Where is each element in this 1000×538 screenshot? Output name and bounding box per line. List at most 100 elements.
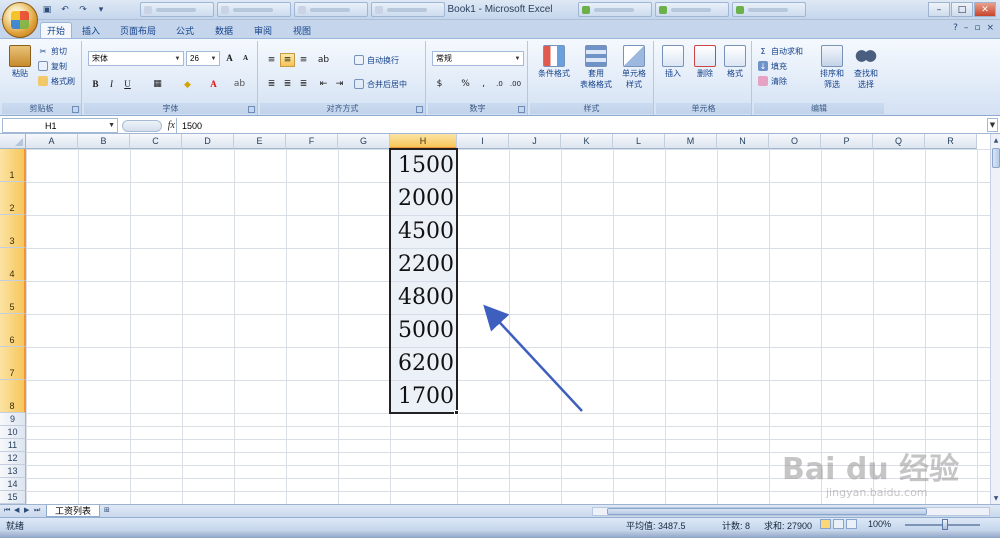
- ribbon-close-icon[interactable]: ×: [986, 23, 994, 33]
- horizontal-scrollbar[interactable]: [592, 507, 990, 516]
- align-right-button[interactable]: ≣: [296, 77, 311, 91]
- comma-button[interactable]: ,: [476, 77, 491, 91]
- maximize-button[interactable]: □: [951, 2, 973, 17]
- row-header-4[interactable]: 4: [0, 248, 26, 281]
- row-header-7[interactable]: 7: [0, 347, 26, 380]
- align-bottom-button[interactable]: ≡: [296, 53, 311, 67]
- dialog-launcher-icon[interactable]: [518, 106, 525, 113]
- paste-button[interactable]: 粘贴: [6, 45, 34, 79]
- bold-button[interactable]: B: [88, 77, 103, 91]
- shrink-font-button[interactable]: A: [238, 51, 253, 65]
- underline-button[interactable]: U: [120, 77, 135, 91]
- copy-button[interactable]: 复制: [38, 60, 67, 72]
- row-header-3[interactable]: 3: [0, 215, 26, 248]
- first-sheet-icon[interactable]: ⏮: [4, 506, 10, 515]
- column-header-f[interactable]: F: [286, 134, 338, 149]
- column-header-h[interactable]: H: [390, 134, 457, 149]
- autosum-button[interactable]: Σ 自动求和: [758, 45, 803, 57]
- column-header-p[interactable]: P: [821, 134, 873, 149]
- select-all-button[interactable]: [0, 134, 26, 149]
- ribbon-restore-icon[interactable]: ▫: [974, 23, 980, 33]
- dropdown-arrow-icon[interactable]: ▼: [513, 53, 522, 64]
- dialog-launcher-icon[interactable]: [248, 106, 255, 113]
- orientation-button[interactable]: ab: [316, 53, 331, 67]
- vertical-scroll-thumb[interactable]: [992, 148, 1000, 168]
- column-header-c[interactable]: C: [130, 134, 182, 149]
- scroll-up-icon[interactable]: ▲: [991, 134, 1000, 146]
- font-size-combo[interactable]: 26 ▼: [186, 51, 220, 66]
- row-header-10[interactable]: 10: [0, 426, 26, 439]
- decrease-decimal-button[interactable]: .00: [508, 77, 523, 91]
- font-color-button[interactable]: A: [206, 77, 221, 91]
- zoom-slider-knob[interactable]: [942, 519, 948, 530]
- cell-h3[interactable]: 4500: [390, 215, 457, 248]
- cell-grid[interactable]: 1500 2000 4500 2200 4800 5000 6200 1700: [26, 148, 990, 504]
- tab-data[interactable]: 数据: [211, 22, 237, 38]
- help-icon[interactable]: ?: [953, 23, 958, 33]
- normal-view-icon[interactable]: [820, 519, 831, 529]
- office-button[interactable]: [2, 2, 38, 38]
- number-format-combo[interactable]: 常规 ▼: [432, 51, 524, 66]
- column-header-l[interactable]: L: [613, 134, 665, 149]
- format-painter-button[interactable]: 格式刷: [38, 75, 75, 87]
- accounting-format-button[interactable]: $: [432, 77, 447, 91]
- decrease-indent-button[interactable]: ⇤: [316, 77, 331, 91]
- next-sheet-icon[interactable]: ▶: [24, 506, 29, 514]
- format-cells-button[interactable]: 格式: [720, 45, 750, 79]
- cell-h7[interactable]: 6200: [390, 347, 457, 380]
- fill-handle[interactable]: [454, 410, 459, 415]
- formula-input[interactable]: 1500: [176, 118, 986, 133]
- dialog-launcher-icon[interactable]: [416, 106, 423, 113]
- zoom-level[interactable]: 100%: [868, 519, 891, 529]
- vertical-scrollbar[interactable]: ▲ ▼: [990, 134, 1000, 504]
- dropdown-arrow-icon[interactable]: ▼: [108, 122, 115, 129]
- row-header-5[interactable]: 5: [0, 281, 26, 314]
- column-header-b[interactable]: B: [78, 134, 130, 149]
- tab-page-layout[interactable]: 页面布局: [116, 22, 160, 38]
- row-header-15[interactable]: 15: [0, 491, 26, 504]
- row-header-8[interactable]: 8: [0, 380, 26, 413]
- delete-cells-button[interactable]: 删除: [690, 45, 720, 79]
- cut-button[interactable]: ✂ 剪切: [38, 45, 67, 57]
- increase-indent-button[interactable]: ⇥: [332, 77, 347, 91]
- horizontal-scroll-thumb[interactable]: [607, 508, 927, 515]
- scroll-down-icon[interactable]: ▼: [991, 492, 1000, 504]
- insert-cells-button[interactable]: 插入: [658, 45, 688, 79]
- sheet-tab-salary[interactable]: 工资列表: [46, 505, 101, 517]
- grow-font-button[interactable]: A: [222, 51, 237, 65]
- prev-sheet-icon[interactable]: ◀: [14, 506, 19, 514]
- conditional-format-button[interactable]: 条件格式: [534, 45, 574, 79]
- align-middle-button[interactable]: ≡: [280, 53, 295, 67]
- tab-home[interactable]: 开始: [40, 22, 72, 38]
- cell-h6[interactable]: 5000: [390, 314, 457, 347]
- cell-h1[interactable]: 1500: [390, 149, 457, 182]
- cell-h4[interactable]: 2200: [390, 248, 457, 281]
- find-select-button[interactable]: 查找和 选择: [850, 45, 882, 90]
- cell-h8[interactable]: 1700: [390, 380, 457, 413]
- dropdown-arrow-icon[interactable]: ▼: [173, 53, 182, 64]
- sort-filter-button[interactable]: 排序和 筛选: [816, 45, 848, 90]
- tab-view[interactable]: 视图: [289, 22, 315, 38]
- fill-button[interactable]: ↓ 填充: [758, 60, 787, 72]
- italic-button[interactable]: I: [104, 77, 119, 91]
- row-header-9[interactable]: 9: [0, 413, 26, 426]
- minimize-button[interactable]: –: [928, 2, 950, 17]
- row-header-2[interactable]: 2: [0, 182, 26, 215]
- borders-button[interactable]: ▦: [150, 77, 165, 91]
- column-header-e[interactable]: E: [234, 134, 286, 149]
- align-center-button[interactable]: ≣: [280, 77, 295, 91]
- row-header-6[interactable]: 6: [0, 314, 26, 347]
- clear-button[interactable]: 清除: [758, 75, 787, 87]
- column-header-g[interactable]: G: [338, 134, 390, 149]
- increase-decimal-button[interactable]: .0: [492, 77, 507, 91]
- tab-review[interactable]: 审阅: [250, 22, 276, 38]
- format-as-table-button[interactable]: 套用 表格格式: [576, 45, 616, 90]
- column-header-d[interactable]: D: [182, 134, 234, 149]
- row-header-1[interactable]: 1: [0, 149, 26, 182]
- expand-formula-bar-icon[interactable]: ▼: [987, 118, 998, 132]
- column-header-n[interactable]: N: [717, 134, 769, 149]
- row-header-13[interactable]: 13: [0, 465, 26, 478]
- align-left-button[interactable]: ≣: [264, 77, 279, 91]
- row-header-11[interactable]: 11: [0, 439, 26, 452]
- align-top-button[interactable]: ≡: [264, 53, 279, 67]
